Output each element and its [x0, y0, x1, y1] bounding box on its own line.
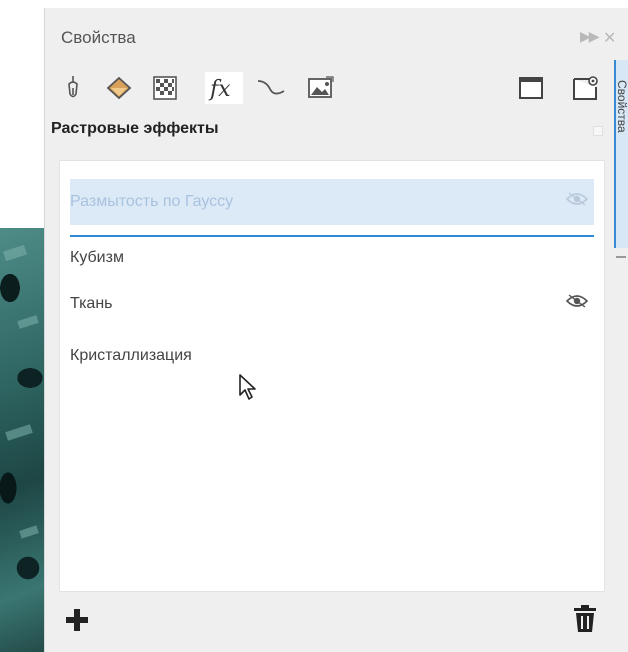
section-option[interactable]: [593, 126, 603, 136]
effect-label: Размытость по Гауссу: [70, 193, 234, 210]
docker-titlebar: Свойства ▶▶ ✕: [45, 8, 616, 64]
docker-tab-properties[interactable]: Свойства: [614, 60, 628, 248]
trash-icon[interactable]: [573, 604, 597, 634]
image-icon[interactable]: [305, 72, 337, 104]
effect-item-cubism[interactable]: Кубизм: [70, 235, 594, 281]
pen-nib-icon[interactable]: [57, 72, 89, 104]
svg-text:fx: fx: [208, 77, 231, 101]
effect-label: Кристаллизация: [70, 347, 192, 364]
page-settings-icon[interactable]: [569, 72, 601, 104]
docker-title: Свойства: [61, 28, 136, 47]
canvas-background: [0, 228, 44, 652]
fx-icon[interactable]: fx: [205, 72, 243, 104]
docker-tab-label: Свойства: [615, 80, 628, 133]
effect-item-crystallize[interactable]: Кристаллизация: [70, 333, 594, 379]
effect-label: Ткань: [70, 295, 113, 312]
properties-toolbar: fx: [45, 66, 615, 110]
fill-bucket-icon[interactable]: [103, 72, 135, 104]
mouse-cursor-icon: [238, 373, 260, 408]
effect-item-fabric[interactable]: Ткань: [70, 281, 594, 327]
effect-item-gaussian-blur[interactable]: Размытость по Гауссу: [70, 179, 594, 225]
plus-icon[interactable]: [65, 608, 89, 632]
eye-icon[interactable]: [565, 293, 589, 314]
properties-docker: Свойства ▶▶ ✕ fx Растровые эффекты Размы…: [44, 8, 616, 652]
effects-footer: [59, 590, 603, 652]
frame-icon[interactable]: [515, 72, 547, 104]
eye-icon[interactable]: [565, 191, 589, 212]
effect-label: Кубизм: [70, 249, 124, 266]
effects-list: Размытость по Гауссу Кубизм Ткань Криста…: [59, 160, 605, 592]
docker-tab-strip: Свойства: [614, 8, 628, 652]
collapse-arrows-icon[interactable]: ▶▶: [580, 28, 599, 45]
transparency-checker-icon[interactable]: [149, 72, 181, 104]
section-title: Растровые эффекты: [51, 120, 219, 137]
curve-icon[interactable]: [255, 72, 287, 104]
strip-separator: [616, 256, 626, 258]
